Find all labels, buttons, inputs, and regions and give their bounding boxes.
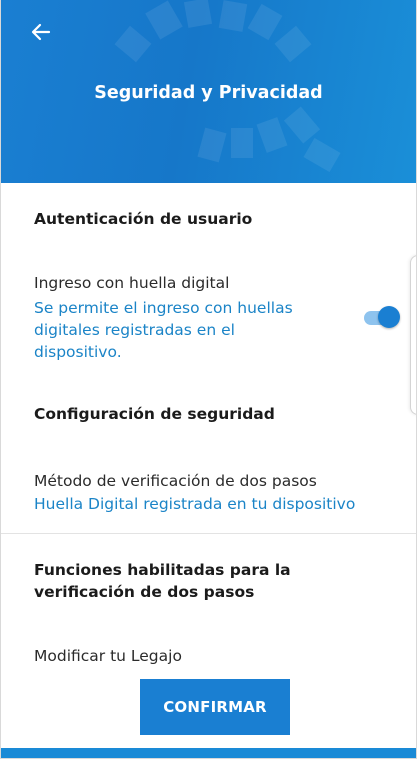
section-title-enabled-functions: Funciones habilitadas para la verificaci… <box>34 559 291 603</box>
fingerprint-login-title: Ingreso con huella digital <box>34 274 230 292</box>
bottom-bar <box>1 748 416 758</box>
function-item-modify-legajo: Modificar tu Legajo <box>34 647 182 665</box>
fingerprint-login-description-line: dispositivo. <box>34 343 122 361</box>
section-title-user-auth: Autenticación de usuario <box>34 210 253 228</box>
fingerprint-login-description: Se permite el ingreso con huellas digita… <box>34 297 293 363</box>
fingerprint-login-description-line: digitales registradas en el <box>34 321 235 339</box>
toggle-knob <box>378 306 400 328</box>
section-title-line: verificación de dos pasos <box>34 583 255 601</box>
app-screen: Seguridad y Privacidad Autenticación de … <box>0 0 417 759</box>
page-title: Seguridad y Privacidad <box>94 83 323 103</box>
side-drawer-handle[interactable] <box>410 255 416 415</box>
two-step-method-value: Huella Digital registrada en tu disposit… <box>34 495 356 513</box>
divider <box>1 533 416 534</box>
confirm-button[interactable]: CONFIRMAR <box>140 679 290 735</box>
fingerprint-login-toggle[interactable] <box>364 306 400 330</box>
arrow-left-icon[interactable] <box>29 20 53 44</box>
header: Seguridad y Privacidad <box>1 0 416 183</box>
two-step-method-title: Método de verificación de dos pasos <box>34 472 317 490</box>
fingerprint-login-description-line: Se permite el ingreso con huellas <box>34 299 293 317</box>
section-title-line: Funciones habilitadas para la <box>34 561 291 579</box>
section-title-security-config: Configuración de seguridad <box>34 405 275 423</box>
